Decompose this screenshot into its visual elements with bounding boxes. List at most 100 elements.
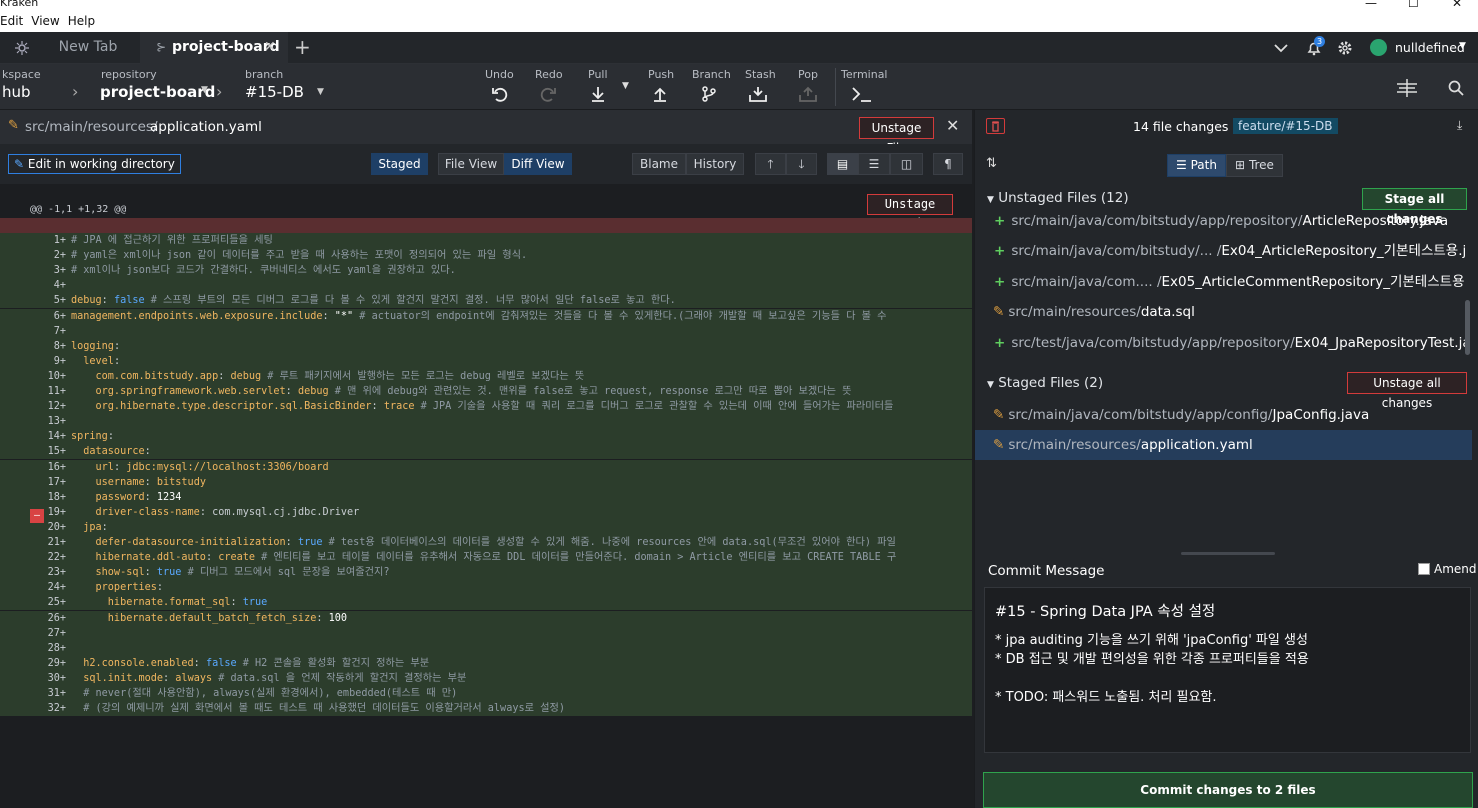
download-icon[interactable]: ⤓ [1457,118,1462,133]
diff-line: 17+ username: bitstudy [0,474,972,490]
terminal-label: Terminal [841,68,888,81]
file-view-button[interactable]: File View [438,153,504,175]
unstaged-section-header[interactable]: ▼ Unstaged Files (12) [987,190,1129,206]
branch-icon[interactable] [701,86,717,102]
home-icon[interactable] [14,40,30,56]
unstage-file-button[interactable]: Unstage File [859,117,934,155]
push-icon[interactable] [652,86,668,102]
branch-dropdown-icon[interactable]: ▼ [317,87,324,97]
file-name: Ex04_JpaRepositoryTest.java [1294,334,1465,351]
line-code: management.endpoints.web.exposure.includ… [71,310,887,322]
file-name: application.yaml [150,119,262,135]
previous-change-button[interactable]: 🡑 [755,153,786,175]
line-number: 15+ [47,446,66,458]
inline-view-button[interactable]: ☰ [858,153,890,175]
branch-action-label: Branch [692,68,731,81]
file-name: JpaConfig.java [1272,407,1370,423]
close-file-icon[interactable]: ✕ [946,116,959,135]
minimize-button[interactable]: — [1365,0,1377,9]
pop-icon[interactable] [799,86,817,102]
branch-value[interactable]: #15-DB [245,83,304,101]
commit-body-line: * jpa auditing 기능을 쓰기 위해 'jpaConfig' 파일 … [995,633,1308,648]
bell-icon[interactable]: 3 [1305,36,1325,57]
file-dir: src/main/resources/ [1008,437,1141,454]
user-name[interactable]: nulldefined [1395,40,1465,55]
diff-line: 6+ management.endpoints.web.exposure.incl… [0,308,972,324]
stash-icon[interactable] [749,86,767,102]
close-window-button[interactable]: ✕ [1452,0,1462,9]
user-menu-icon[interactable]: ▼ [1459,41,1466,51]
discard-line-marker[interactable]: – [30,509,44,523]
close-tab-icon[interactable]: ✕ [264,32,276,63]
sort-icon[interactable]: ⇅ [986,156,997,171]
chevron-down-icon[interactable] [1273,41,1289,55]
redo-icon[interactable] [539,86,557,102]
trash-icon[interactable] [986,118,1005,134]
scrollbar[interactable] [1465,300,1470,355]
blame-button[interactable]: Blame [632,153,686,175]
maximize-button[interactable]: ☐ [1408,0,1419,9]
whitespace-button[interactable]: ¶ [933,153,963,175]
next-change-button[interactable]: 🡓 [786,153,817,175]
commit-body-input[interactable]: * jpa auditing 기능을 쓰기 위해 'jpaConfig' 파일 … [995,631,1309,707]
added-file-icon: + [994,243,1006,260]
line-number: 27+ [47,627,66,639]
workspace-value[interactable]: hub [2,83,31,101]
avatar[interactable] [1370,39,1387,56]
menu-help[interactable]: Help [68,12,99,28]
staged-section-header[interactable]: ▼ Staged Files (2) [987,375,1103,391]
file-item[interactable]: + src/main/java/com/bitstudy/... /Ex04_Ar… [975,236,1465,266]
line-code: # yaml은 xml이나 json 같이 데이터를 주고 받을 때 사용하는 … [71,250,528,262]
split-view-button[interactable]: ◫ [890,153,923,175]
unstage-hunk-button[interactable]: Unstage Hunk [867,194,953,230]
diff-line: 31+ # never(절대 사용안함), always(실제 환경에서), e… [0,686,972,701]
file-item[interactable]: + src/main/java/com.... /Ex05_ArticleComm… [975,267,1465,297]
unstage-all-button[interactable]: Unstage all changes [1347,372,1467,410]
file-item[interactable]: ✎ src/main/resources/data.sql [975,297,1465,327]
tree-view-button[interactable]: ⊞ Tree [1226,154,1283,177]
path-view-button[interactable]: ☰ Path [1167,154,1226,177]
edit-working-dir-button[interactable]: ✎ Edit in working directory [8,154,181,174]
file-item[interactable]: + src/main/java/com/bitstudy/app/reposito… [975,206,1465,236]
repo-dropdown-icon[interactable]: ▼ [201,85,208,95]
line-code: com.com.bitstudy.app: debug # 루트 패키지에서 발… [71,370,585,382]
layout-toggle-icon[interactable] [1395,78,1419,98]
notification-badge: 3 [1314,36,1325,47]
diff-line: 27+ [0,625,972,641]
commit-message-box[interactable]: #15 - Spring Data JPA 속성 설정 * jpa auditi… [984,587,1471,753]
undo-icon[interactable] [491,86,509,102]
hunk-icon: ▤ [836,157,849,171]
file-item[interactable]: ✎ src/main/resources/application.yaml [975,430,1472,461]
tab-new-tab[interactable]: New Tab [40,32,136,64]
diff-line: 21+ defer-datasource-initialization: tru… [0,535,972,550]
search-icon[interactable] [1448,80,1464,96]
diff-view-button[interactable]: Diff View [504,153,572,175]
repository-value[interactable]: project-board [100,83,215,101]
chevron-right-icon: › [216,82,223,101]
resize-handle[interactable] [1181,552,1275,555]
gear-icon[interactable] [1337,40,1353,56]
menu-edit[interactable]: Edit [0,12,27,28]
line-code: spring: [71,431,114,443]
hunk-view-button[interactable]: ▤ [827,153,858,175]
terminal-icon[interactable] [851,86,873,102]
amend-checkbox[interactable] [1418,563,1430,575]
file-item[interactable]: ✎ src/main/java/com/bitstudy/app/config/J… [975,400,1465,430]
commit-summary-input[interactable]: #15 - Spring Data JPA 속성 설정 [995,600,1215,621]
commit-button[interactable]: Commit changes to 2 files [983,772,1473,808]
push-label: Push [648,68,675,81]
staged-toggle[interactable]: Staged [371,153,428,175]
add-tab-button[interactable]: + [294,32,311,64]
tab-project-board[interactable]: ⊱ project-board ✕ [140,32,288,64]
pop-label: Pop [798,68,818,81]
line-code: password: 1234 [71,491,182,503]
history-button[interactable]: History [686,153,744,175]
file-item[interactable]: + src/test/java/com/bitstudy/app/reposito… [975,328,1465,356]
branch-tag[interactable]: feature/#15-DB [1233,118,1338,134]
menu-view[interactable]: View [31,12,63,28]
diff-line: 28+ [0,640,972,656]
line-code: properties: [71,582,164,594]
pull-dropdown-icon[interactable]: ▼ [622,81,629,91]
pull-icon[interactable] [590,86,606,102]
unstaged-title: Unstaged Files (12) [998,190,1129,206]
